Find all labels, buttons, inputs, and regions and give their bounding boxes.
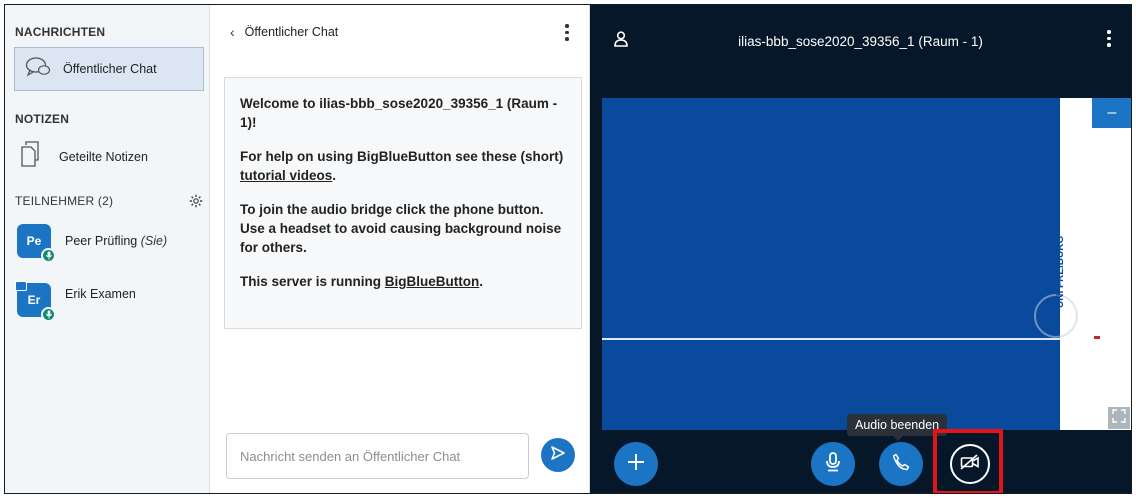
sidebar-item-public-chat[interactable]: Öffentlicher Chat [14,47,204,91]
chat-options-kebab-icon[interactable] [565,24,569,41]
presenter-screen-icon [15,281,27,291]
slide-logo-text: UNI FREIBURG [1055,235,1066,308]
participant-name-text: Peer Prüfling [65,234,138,248]
microphone-button[interactable] [811,442,855,486]
sidebar: NACHRICHTEN Öffentlicher Chat NOTIZEN Ge… [5,5,210,493]
bigbluebutton-link[interactable]: BigBlueButton [385,274,479,289]
server-suffix: . [479,274,484,289]
avatar-initials: Pe [26,234,42,248]
participant-row[interactable]: Er Erik Examen [15,281,136,322]
notes-heading: NOTIZEN [15,112,70,126]
expand-arrows-icon [1112,408,1126,428]
avatar: Er [15,281,56,322]
chat-title: Öffentlicher Chat [244,25,339,39]
participant-you-suffix: (Sie) [140,234,168,248]
participant-row[interactable]: Pe Peer Prüfling (Sie) [17,224,167,263]
server-prefix: This server is running [240,274,385,289]
fullscreen-button[interactable] [1108,407,1130,429]
avatar-initials: Er [27,293,41,307]
meeting-title: ilias-bbb_sose2020_39356_1 (Raum - 1) [738,34,983,49]
tutorial-videos-link[interactable]: tutorial videos [240,168,332,183]
messages-heading: NACHRICHTEN [15,25,106,39]
participant-name: Peer Prüfling (Sie) [65,234,167,248]
avatar: Pe [17,224,56,263]
chat-header-back-button[interactable]: ‹ Öffentlicher Chat [230,24,338,40]
participants-settings-gear-icon[interactable] [189,194,203,213]
chat-panel: ‹ Öffentlicher Chat Welcome to ilias-bbb… [210,5,590,493]
chat-bubbles-icon [25,56,51,83]
server-info: This server is running BigBlueButton. [240,272,566,291]
plus-icon [627,453,645,476]
webcam-highlight-box [933,429,1003,493]
help-text: For help on using BigBlueButton see thes… [240,147,566,185]
notes-pages-icon [21,141,41,172]
microphone-status-icon [41,248,56,263]
options-kebab-icon[interactable] [1107,30,1111,47]
sidebar-item-shared-notes[interactable]: Geteilte Notizen [21,141,148,172]
slide-accent-mark [1094,336,1100,339]
welcome-message: Welcome to ilias-bbb_sose2020_39356_1 (R… [224,77,582,329]
send-message-button[interactable] [541,438,575,472]
send-arrow-icon [550,445,566,466]
welcome-line: Welcome to ilias-bbb_sose2020_39356_1 (R… [240,96,558,130]
participants-heading: TEILNEHMER (2) [15,194,114,208]
tooltip-text: Audio beenden [855,418,940,432]
minimize-presentation-button[interactable]: – [1092,98,1131,128]
actions-plus-button[interactable] [614,442,658,486]
shared-notes-label: Geteilte Notizen [59,149,148,164]
presentation-stage: ilias-bbb_sose2020_39356_1 (Raum - 1) UN… [590,5,1131,493]
presentation-slide: UNI FREIBURG [602,98,1131,430]
app-window: NACHRICHTEN Öffentlicher Chat NOTIZEN Ge… [4,4,1132,494]
slide-logo-panel [1060,98,1131,430]
help-suffix: . [332,168,337,183]
help-prefix: For help on using BigBlueButton see thes… [240,149,564,164]
public-chat-label: Öffentlicher Chat [63,62,157,76]
participant-name: Erik Examen [65,287,136,301]
end-audio-phone-button[interactable] [879,442,923,486]
message-input[interactable]: Nachricht senden an Öffentlicher Chat [226,433,529,479]
tooltip-arrow [893,436,903,441]
microphone-icon [825,451,841,477]
slide-divider [602,338,1072,340]
audio-instructions: To join the audio bridge click the phone… [240,202,562,255]
phone-icon [892,453,910,476]
chevron-left-icon: ‹ [230,24,235,40]
participant-name-text: Erik Examen [65,287,136,301]
microphone-status-icon [41,307,56,322]
